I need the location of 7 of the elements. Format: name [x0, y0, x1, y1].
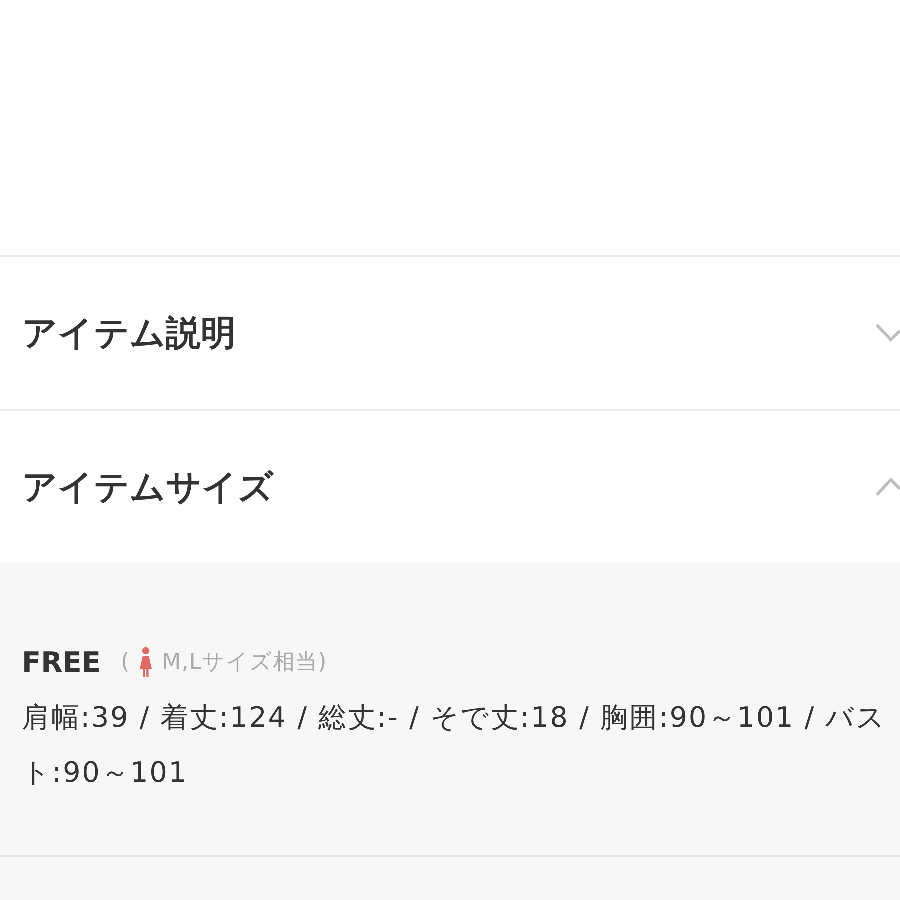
- note-paren: (: [120, 650, 130, 674]
- size-equivalent-note: M,Lサイズ相当): [162, 649, 328, 677]
- size-label: FREE: [22, 646, 101, 678]
- chevron-up-icon: [875, 476, 900, 498]
- woman-icon: [138, 646, 154, 678]
- chevron-down-icon: [875, 322, 900, 344]
- size-measurements: 肩幅:39 / 着丈:124 / 総丈:- / そで丈:18 / 胸囲:90～101 / バスト:90～101: [22, 700, 888, 791]
